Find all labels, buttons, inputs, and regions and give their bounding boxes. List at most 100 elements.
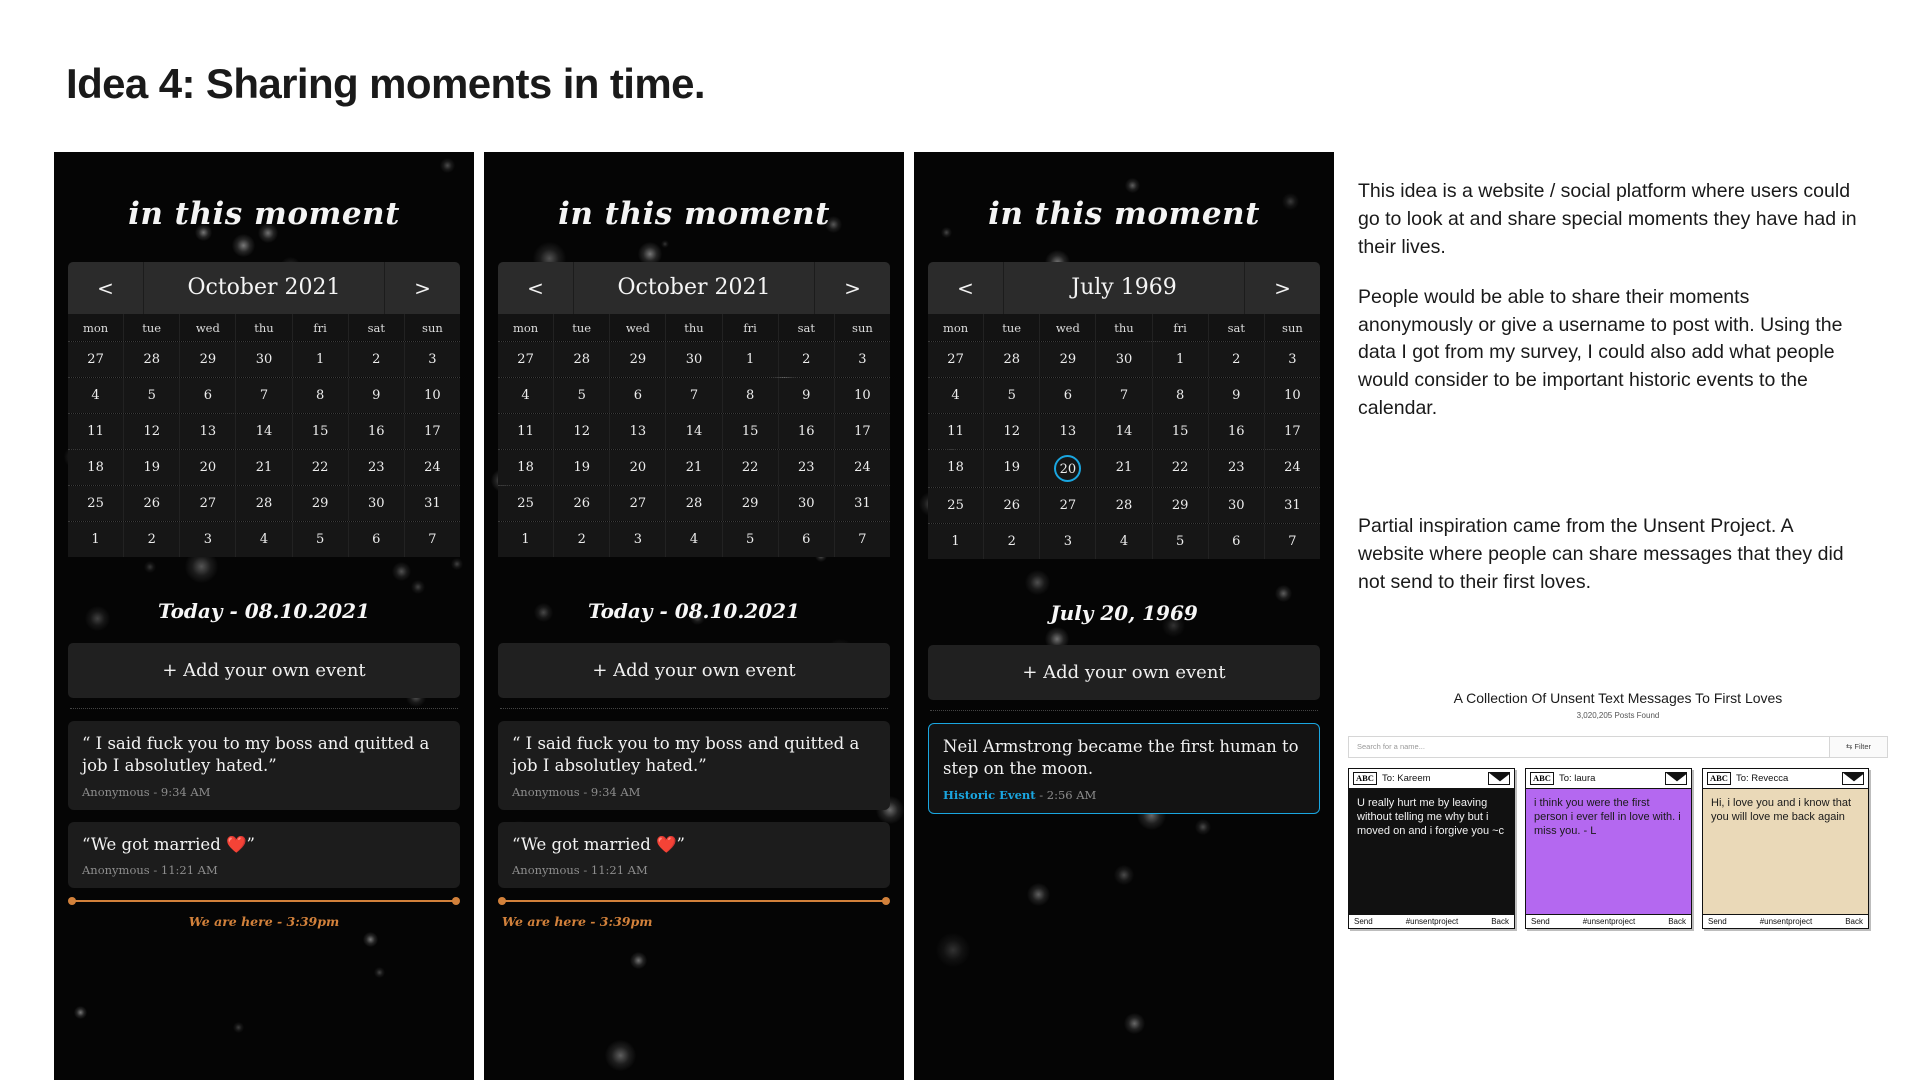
calendar-day[interactable]: 4 [498,378,555,413]
calendar-day[interactable]: 10 [404,378,460,413]
calendar-day[interactable]: 22 [722,450,779,485]
add-event-button[interactable]: + Add your own event [68,643,460,698]
calendar-day[interactable]: 13 [1040,414,1097,449]
calendar-day[interactable]: 5 [554,378,611,413]
calendar-day[interactable]: 7 [834,522,890,557]
prev-month-button[interactable]: < [928,262,1004,314]
next-month-button[interactable]: > [814,262,890,314]
calendar-day[interactable]: 4 [1096,524,1153,559]
calendar-day[interactable]: 25 [498,486,555,521]
calendar-day[interactable]: 7 [1264,524,1320,559]
calendar-day[interactable]: 10 [1264,378,1320,413]
calendar-day[interactable]: 24 [834,450,890,485]
calendar-day[interactable]: 1 [292,342,349,377]
calendar-day[interactable]: 7 [1096,378,1153,413]
calendar-day[interactable]: 11 [498,414,555,449]
calendar-day[interactable]: 8 [1152,378,1209,413]
back-button[interactable]: Back [1668,917,1686,926]
calendar-day[interactable]: 4 [68,378,125,413]
calendar-day[interactable]: 20 [610,450,667,485]
calendar-day[interactable]: 12 [984,414,1041,449]
moment-post-card[interactable]: “ I said fuck you to my boss and quitted… [68,721,460,810]
moment-post-card[interactable]: “We got married ❤️” Anonymous - 11:21 AM [68,821,460,889]
calendar-day[interactable]: 23 [348,450,405,485]
calendar-day[interactable]: 24 [1264,450,1320,487]
calendar-day[interactable]: 31 [1264,488,1320,523]
calendar-day[interactable]: 24 [404,450,460,485]
calendar-day[interactable]: 21 [1096,450,1153,487]
calendar-day[interactable]: 11 [68,414,125,449]
calendar-day[interactable]: 28 [984,342,1041,377]
calendar-day[interactable]: 26 [554,486,611,521]
calendar-day[interactable]: 25 [928,488,985,523]
calendar-day[interactable]: 9 [1208,378,1265,413]
calendar-day[interactable]: 5 [1152,524,1209,559]
search-input[interactable]: Search for a name... [1349,737,1829,757]
calendar-day[interactable]: 19 [984,450,1041,487]
calendar-day[interactable]: 8 [722,378,779,413]
calendar-day[interactable]: 22 [1152,450,1209,487]
calendar-day[interactable]: 2 [984,524,1041,559]
calendar-day[interactable]: 3 [1264,342,1320,377]
filter-button[interactable]: ⇆ Filter [1829,737,1887,757]
calendar-day[interactable]: 6 [1208,524,1265,559]
calendar-day[interactable]: 2 [1208,342,1265,377]
calendar-day[interactable]: 19 [554,450,611,485]
calendar-day[interactable]: 29 [722,486,779,521]
send-button[interactable]: Send [1354,917,1373,926]
calendar-day[interactable]: 30 [1208,488,1265,523]
calendar-day[interactable]: 16 [348,414,405,449]
calendar-day[interactable]: 6 [778,522,835,557]
calendar-day[interactable]: 27 [68,342,125,377]
calendar-day[interactable]: 5 [124,378,181,413]
calendar-day[interactable]: 27 [180,486,237,521]
calendar-day[interactable]: 15 [1152,414,1209,449]
calendar-day[interactable]: 18 [928,450,985,487]
next-month-button[interactable]: > [1244,262,1320,314]
calendar-day[interactable]: 28 [1096,488,1153,523]
calendar-day[interactable]: 3 [610,522,667,557]
calendar-day[interactable]: 3 [834,342,890,377]
calendar-day[interactable]: 15 [722,414,779,449]
calendar-day[interactable]: 16 [778,414,835,449]
calendar-day[interactable]: 10 [834,378,890,413]
calendar-day[interactable]: 30 [666,342,723,377]
calendar-day[interactable]: 29 [292,486,349,521]
calendar-day[interactable]: 3 [404,342,460,377]
calendar-day[interactable]: 25 [68,486,125,521]
calendar-day[interactable]: 2 [778,342,835,377]
calendar-day[interactable]: 12 [124,414,181,449]
calendar-day[interactable]: 27 [610,486,667,521]
unsent-message-card[interactable]: ABC To: Kareem U really hurt me by leavi… [1348,768,1515,929]
calendar-day[interactable]: 14 [236,414,293,449]
calendar-day[interactable]: 18 [68,450,125,485]
calendar-day[interactable]: 1 [498,522,555,557]
calendar-day[interactable]: 6 [1040,378,1097,413]
calendar-day[interactable]: 3 [1040,524,1097,559]
calendar-day[interactable]: 9 [348,378,405,413]
calendar-day[interactable]: 4 [236,522,293,557]
calendar-day[interactable]: 11 [928,414,985,449]
calendar-day[interactable]: 14 [666,414,723,449]
calendar-day[interactable]: 21 [236,450,293,485]
calendar-day[interactable]: 28 [236,486,293,521]
calendar-day[interactable]: 2 [124,522,181,557]
unsent-message-card[interactable]: ABC To: Revecca Hi, i love you and i kno… [1702,768,1869,929]
prev-month-button[interactable]: < [68,262,144,314]
calendar-day[interactable]: 29 [1040,342,1097,377]
calendar-day[interactable]: 9 [778,378,835,413]
calendar-day[interactable]: 23 [1208,450,1265,487]
calendar-day[interactable]: 3 [180,522,237,557]
next-month-button[interactable]: > [384,262,460,314]
calendar-day[interactable]: 21 [666,450,723,485]
calendar-day[interactable]: 31 [834,486,890,521]
calendar-day[interactable]: 26 [124,486,181,521]
calendar-day[interactable]: 2 [348,342,405,377]
calendar-day[interactable]: 30 [348,486,405,521]
calendar-day[interactable]: 31 [404,486,460,521]
add-event-button[interactable]: + Add your own event [498,643,890,698]
calendar-day[interactable]: 23 [778,450,835,485]
calendar-day[interactable]: 30 [1096,342,1153,377]
calendar-day[interactable]: 29 [180,342,237,377]
calendar-day[interactable]: 4 [928,378,985,413]
